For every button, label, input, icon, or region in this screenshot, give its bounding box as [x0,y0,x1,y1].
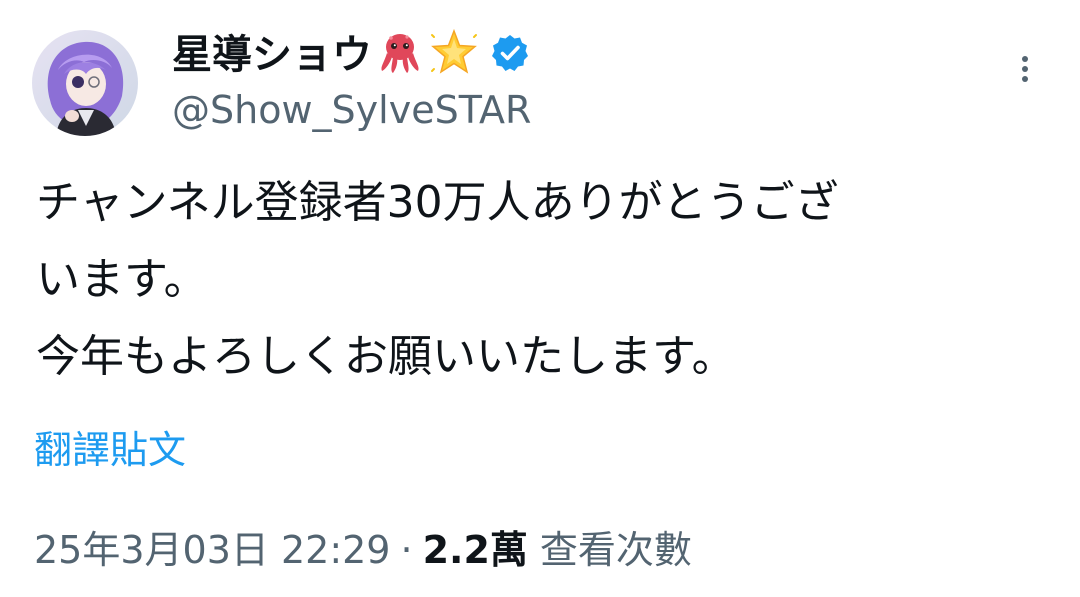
tweet-meta: 25年3月03日 22:29 · 2.2萬 查看次數 [34,522,692,578]
more-vertical-icon[interactable] [1010,52,1040,92]
tweet-body-line: います。 [36,254,208,305]
tweet-body-line: 今年もよろしくお願いいたします。 [36,331,736,382]
name-row: 星導ショウ [172,28,530,82]
display-name[interactable]: 星導ショウ [172,35,372,75]
views-count[interactable]: 2.2萬 [423,522,528,578]
handle[interactable]: @Show_SylveSTAR [172,86,531,134]
verified-badge-icon[interactable] [490,33,530,77]
glowing-star-emoji [428,27,480,83]
tweet-body: チャンネル登録者30万人ありがとうござ います。 今年もよろしくお願いいたします… [36,164,1046,395]
tweet: 星導ショウ @Show_SylveSTAR チャンネル登録者30万人ありがとうご… [0,0,1080,597]
meta-separator: · [400,528,413,572]
avatar[interactable] [32,30,138,136]
views-label[interactable]: 查看次數 [540,522,692,578]
tweet-body-line: チャンネル登録者30万人ありがとうござ [36,177,839,228]
timestamp[interactable]: 25年3月03日 22:29 [34,522,390,578]
translate-link[interactable]: 翻譯貼文 [34,422,186,478]
octopus-emoji [376,29,424,81]
